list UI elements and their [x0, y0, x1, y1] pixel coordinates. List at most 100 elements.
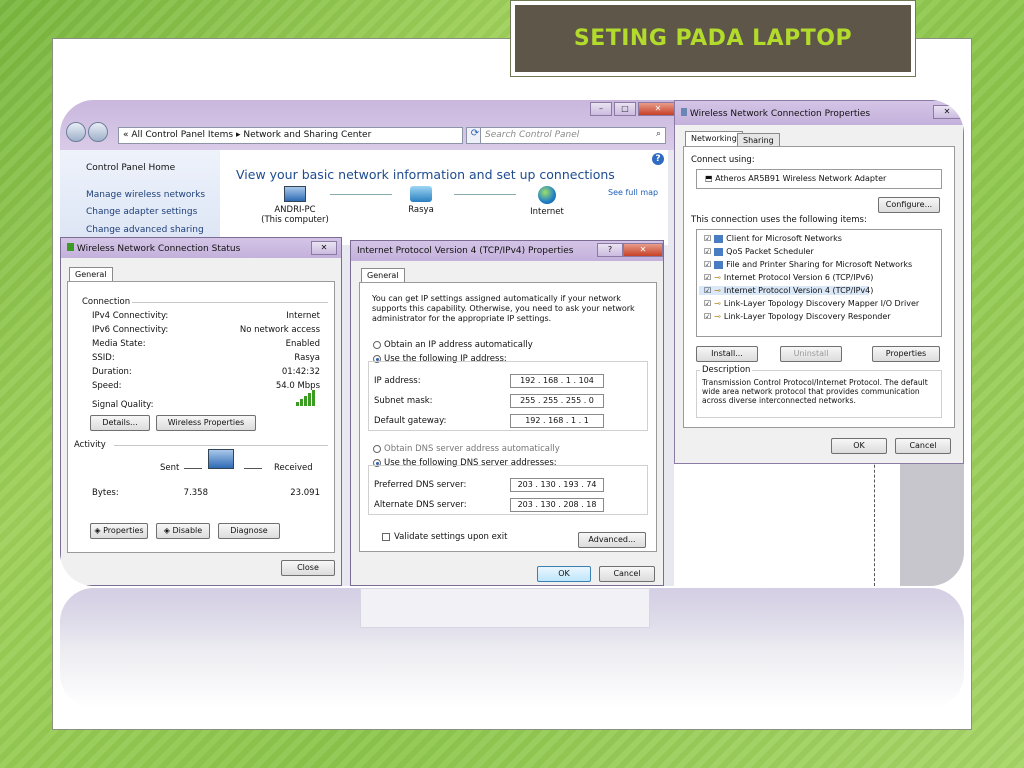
wnc-close-x[interactable]: ✕ [933, 105, 961, 119]
control-panel-titlebar: « All Control Panel Items ▸ Network and … [60, 100, 680, 150]
connect-using-label: Connect using: [691, 155, 755, 165]
list-item-selected[interactable]: ☑ ⊸ Internet Protocol Version 4 (TCP/IPv4) [699, 286, 873, 295]
wnc-title: Wireless Network Connection Properties [689, 109, 871, 119]
shield-icon: ◈ [163, 526, 170, 535]
search-input[interactable]: Search Control Panel ⌕ [480, 127, 666, 144]
duration-value: 01:42:32 [281, 367, 320, 377]
printer-icon [714, 260, 724, 269]
ip-address-field[interactable]: 192 . 168 . 1 . 104 [510, 374, 604, 388]
subnet-mask-field[interactable]: 255 . 255 . 255 . 0 [510, 394, 604, 408]
list-item[interactable]: ☑ ⊸ Internet Protocol Version 6 (TCP/IPv6) [704, 273, 873, 282]
alternate-dns-field[interactable]: 203 . 130 . 208 . 18 [510, 498, 604, 512]
sidebar-item-manage-wireless[interactable]: Manage wireless networks [86, 190, 205, 200]
tab-general[interactable]: General [361, 268, 405, 283]
sidebar-item-home[interactable]: Control Panel Home [86, 163, 175, 173]
configure-button[interactable]: Configure... [878, 197, 940, 213]
wnc-titlebar: Wireless Network Connection Properties [675, 101, 963, 125]
maximize-button[interactable]: □ [614, 102, 636, 116]
status-properties-label: Properties [103, 526, 144, 535]
disable-label: Disable [172, 526, 203, 535]
ipv4-dialog-title: Internet Protocol Version 4 (TCP/IPv4) P… [357, 246, 574, 256]
gateway-field[interactable]: 192 . 168 . 1 . 1 [510, 414, 604, 428]
protocol-icon: ⊸ [714, 273, 721, 282]
search-icon: ⌕ [655, 129, 661, 139]
ipv4-panel: You can get IP settings assigned automat… [359, 282, 657, 552]
auto-dns-radio[interactable] [373, 445, 381, 453]
ssid-value: Rasya [294, 353, 320, 363]
auto-ip-radio[interactable] [373, 341, 381, 349]
validate-label: Validate settings upon exit [394, 532, 508, 542]
back-button[interactable] [66, 122, 86, 142]
items-label: This connection uses the following items… [691, 215, 867, 225]
advanced-button[interactable]: Advanced... [578, 532, 646, 548]
protocol-icon: ⊸ [714, 312, 721, 321]
list-item[interactable]: ☑ Client for Microsoft Networks [704, 234, 842, 243]
protocol-icon: ⊸ [714, 286, 721, 295]
reflection-dialog [360, 588, 650, 628]
description-text: Transmission Control Protocol/Internet P… [702, 378, 928, 405]
sidebar-item-advanced-sharing[interactable]: Change advanced sharing [86, 225, 204, 235]
ipv4-description: You can get IP settings assigned automat… [372, 294, 635, 323]
diagnose-button[interactable]: Diagnose [218, 523, 280, 539]
activity-group-label: Activity [74, 440, 106, 450]
tab-general[interactable]: General [69, 267, 113, 282]
status-close-button[interactable]: Close [281, 560, 335, 576]
disable-button[interactable]: ◈ Disable [156, 523, 210, 539]
sidebar-item-adapter[interactable]: Change adapter settings [86, 207, 197, 217]
ipv4-ok-button[interactable]: OK [537, 566, 591, 582]
wireless-properties-button[interactable]: Wireless Properties [156, 415, 256, 431]
item-label: Link-Layer Topology Discovery Responder [723, 312, 891, 321]
tab-sharing[interactable]: Sharing [737, 133, 780, 146]
checkbox-checked-icon: ☑ [704, 273, 712, 282]
list-item[interactable]: ☑ ⊸ Link-Layer Topology Discovery Responde… [704, 312, 891, 321]
node-label: Rasya [408, 205, 434, 215]
tab-networking[interactable]: Networking [685, 131, 743, 146]
sent-label: Sent [160, 463, 180, 473]
item-properties-button[interactable]: Properties [872, 346, 940, 362]
ipv4-close-x[interactable]: ✕ [623, 243, 663, 257]
node-sublabel: (This computer) [261, 215, 329, 225]
signal-strength-icon [296, 390, 315, 406]
ipv4-cancel-button[interactable]: Cancel [599, 566, 655, 582]
address-bar[interactable]: « All Control Panel Items ▸ Network and … [118, 127, 463, 144]
status-properties-button[interactable]: ◈ Properties [90, 523, 148, 539]
gateway-label: Default gateway: [374, 416, 447, 426]
close-button[interactable]: ✕ [638, 102, 678, 116]
item-label: QoS Packet Scheduler [726, 247, 814, 256]
node-this-computer: ANDRI-PC (This computer) [260, 186, 330, 225]
node-label: ANDRI-PC [274, 205, 316, 215]
list-item[interactable]: ☑ ⊸ Link-Layer Topology Discovery Mapper I… [704, 299, 919, 308]
received-line [244, 468, 262, 469]
ipv6-label: IPv6 Connectivity: [92, 325, 169, 335]
uninstall-button[interactable]: Uninstall [780, 346, 842, 362]
node-label: Internet [530, 207, 564, 217]
help-icon[interactable]: ? [652, 153, 664, 165]
separator [114, 445, 328, 446]
help-button[interactable]: ? [597, 243, 623, 257]
details-button[interactable]: Details... [90, 415, 150, 431]
wnc-ok-button[interactable]: OK [831, 438, 887, 454]
list-item[interactable]: ☑ QoS Packet Scheduler [704, 247, 814, 256]
checkbox-checked-icon: ☑ [704, 247, 712, 256]
forward-button[interactable] [88, 122, 108, 142]
ip-address-label: IP address: [374, 376, 421, 386]
client-icon [714, 234, 724, 243]
connection-group-label: Connection [82, 297, 131, 307]
wnc-cancel-button[interactable]: Cancel [895, 438, 951, 454]
speed-label: Speed: [92, 381, 122, 391]
validate-checkbox[interactable] [382, 533, 390, 541]
ipv4-label: IPv4 Connectivity: [92, 311, 169, 321]
status-close-x[interactable]: ✕ [311, 241, 337, 255]
install-button[interactable]: Install... [696, 346, 758, 362]
separator [132, 302, 328, 303]
list-item[interactable]: ☑ File and Printer Sharing for Microsoft … [704, 260, 912, 269]
ssid-label: SSID: [92, 353, 115, 363]
see-full-map-link[interactable]: See full map [608, 188, 658, 197]
status-panel: Connection IPv4 Connectivity: Internet I… [67, 281, 335, 553]
duration-label: Duration: [92, 367, 132, 377]
preferred-dns-field[interactable]: 203 . 130 . 193 . 74 [510, 478, 604, 492]
computer-icon [284, 186, 306, 202]
link-line [330, 194, 392, 195]
minimize-button[interactable]: – [590, 102, 612, 116]
item-label: Internet Protocol Version 6 (TCP/IPv6) [723, 273, 874, 282]
